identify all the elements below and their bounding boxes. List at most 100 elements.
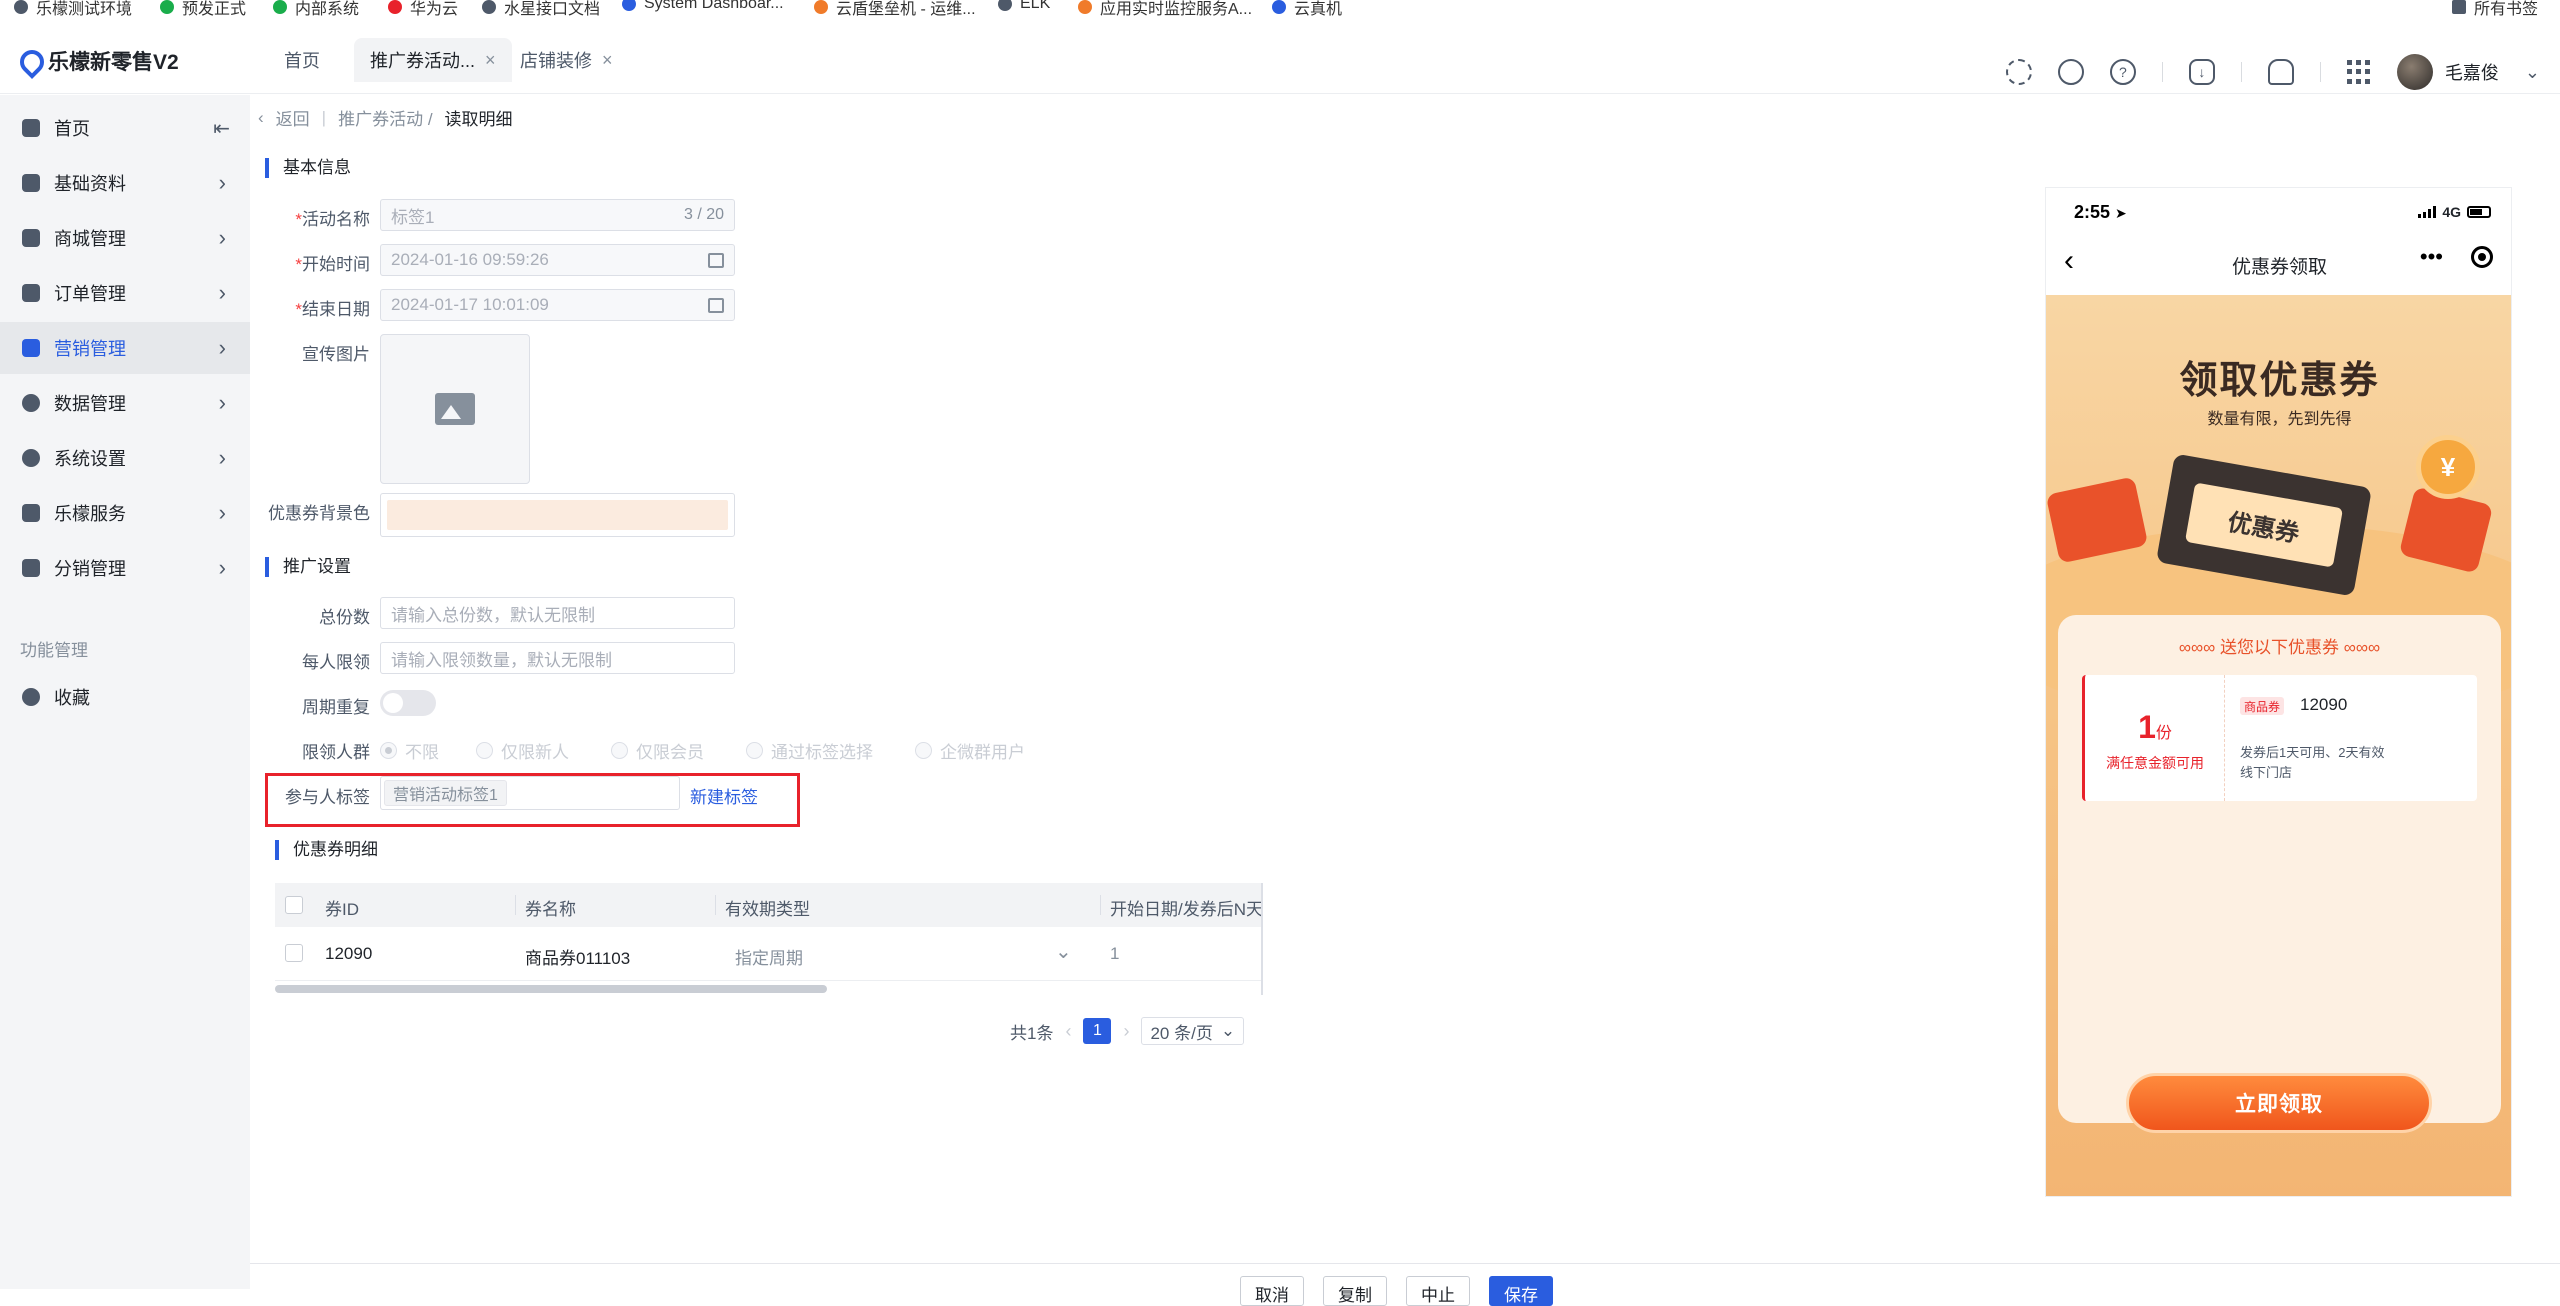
bookmark-item[interactable]: System Dashboar... xyxy=(622,0,784,13)
store-icon xyxy=(22,229,40,247)
validity-type-select[interactable]: 指定周期 xyxy=(735,944,803,969)
radio-circle xyxy=(746,742,763,759)
pin-icon xyxy=(273,0,287,14)
repeat-label: 周期重复 xyxy=(302,698,370,717)
bookmark-item[interactable]: 华为云 xyxy=(388,0,458,16)
per-person-limit-input[interactable]: 请输入限领数量，默认无限制 xyxy=(380,642,735,674)
chevron-down-icon[interactable]: ⌄ xyxy=(1055,939,1072,964)
coupon-bg-color-label: 优惠券背景色 xyxy=(268,504,370,523)
section-promo-settings: 推广设置 xyxy=(265,557,351,577)
activity-name-input[interactable]: 标签1 3 / 20 xyxy=(380,199,735,231)
table-row[interactable]: 12090 商品券011103 指定周期 ⌄ 1 xyxy=(275,927,1263,981)
chevron-down-icon[interactable]: ⌄ xyxy=(2525,62,2540,83)
end-date-picker[interactable]: 2024-01-17 10:01:09 xyxy=(380,289,735,321)
image-icon xyxy=(435,393,475,425)
image-upload[interactable] xyxy=(380,334,530,484)
elk-icon xyxy=(998,0,1012,11)
main-content: ‹ 返回 | 推广券活动 / 读取明细 基本信息 *活动名称 标签1 3 / 20… xyxy=(250,95,2560,1289)
save-button[interactable]: 保存 xyxy=(1489,1276,1553,1306)
divider xyxy=(515,895,516,915)
crowd-option-tag[interactable]: 通过标签选择 xyxy=(746,738,915,763)
coupon-condition: 满任意金额可用 xyxy=(2106,755,2204,771)
next-page-icon[interactable]: › xyxy=(1123,1021,1129,1042)
crowd-option-wecom[interactable]: 企微群用户 xyxy=(915,738,1025,763)
scrollbar-thumb[interactable] xyxy=(275,985,827,993)
all-bookmarks[interactable]: 所有书签 xyxy=(2452,0,2538,16)
breadcrumb-parent[interactable]: 推广券活动 / xyxy=(338,105,432,130)
sidebar-item-orders[interactable]: 订单管理 › xyxy=(0,267,250,319)
cube-icon xyxy=(22,174,40,192)
sidebar-item-marketing[interactable]: 营销管理 › xyxy=(0,322,250,374)
sidebar-item-home[interactable]: 首页 ⇤ xyxy=(0,102,250,154)
row-checkbox[interactable] xyxy=(285,944,303,962)
bookmark-item[interactable]: 内部系统 xyxy=(273,0,359,16)
status-time: 2:55 ➤ xyxy=(2074,202,2127,222)
page-number[interactable]: 1 xyxy=(1083,1018,1112,1044)
bookmark-item[interactable]: 云真机 xyxy=(1272,0,1342,16)
per-person-limit-label: 每人限领 xyxy=(302,653,370,672)
heart-icon xyxy=(22,688,40,706)
bookmark-item[interactable]: ELK xyxy=(998,0,1050,13)
tab-promo-activity[interactable]: 推广券活动... × xyxy=(354,38,512,82)
bookmark-item[interactable]: 云盾堡垒机 - 运维... xyxy=(814,0,976,16)
search-icon[interactable] xyxy=(2057,59,2084,85)
avatar[interactable] xyxy=(2396,54,2433,90)
help-icon[interactable]: ? xyxy=(2109,59,2136,85)
sidebar-item-distribution[interactable]: 分销管理 › xyxy=(0,542,250,594)
bookmark-item[interactable]: 乐檬测试环境 xyxy=(14,0,132,16)
select-all-checkbox[interactable] xyxy=(285,896,303,914)
app-logo[interactable]: 乐檬新零售V2 xyxy=(18,46,179,76)
crowd-option-member[interactable]: 仅限会员 xyxy=(611,738,746,763)
bg-color-picker[interactable] xyxy=(380,493,735,537)
close-icon[interactable]: × xyxy=(485,50,496,71)
start-time-picker[interactable]: 2024-01-16 09:59:26 xyxy=(380,244,735,276)
refresh-icon[interactable] xyxy=(2005,59,2032,85)
new-tag-link[interactable]: 新建标签 xyxy=(690,783,758,808)
close-target-icon[interactable] xyxy=(2471,246,2493,268)
divider xyxy=(2240,62,2242,82)
chevron-right-icon: › xyxy=(218,170,226,195)
collapse-sidebar-icon[interactable]: ⇤ xyxy=(213,116,230,141)
crowd-option-unlimited[interactable]: 不限 xyxy=(380,738,476,763)
chevron-left-icon[interactable]: ‹ xyxy=(258,108,264,128)
participant-tag-select[interactable]: 营销活动标签1 xyxy=(380,776,680,810)
start-time-label: *开始时间 xyxy=(295,255,370,274)
coupon-item[interactable]: 1份 满任意金额可用 商品券 12090 发券后1天可用、2天有效 线下门店 xyxy=(2082,675,2477,801)
close-icon[interactable]: × xyxy=(602,50,613,71)
repeat-toggle[interactable] xyxy=(380,690,436,716)
back-link[interactable]: 返回 xyxy=(276,105,310,130)
cancel-button[interactable]: 取消 xyxy=(1240,1276,1304,1306)
bookmark-item[interactable]: 应用实时监控服务A... xyxy=(1078,0,1252,16)
crowd-option-new[interactable]: 仅限新人 xyxy=(476,738,611,763)
sidebar-item-services[interactable]: 乐檬服务 › xyxy=(0,487,250,539)
tab-home[interactable]: 首页 xyxy=(268,38,336,82)
sidebar-item-favorites[interactable]: 收藏 xyxy=(0,671,250,723)
sidebar: 首页 ⇤ 基础资料 › 商城管理 › 订单管理 › 营销管理 › 数据管理 › 系统设置 › … xyxy=(0,95,250,1289)
stop-button[interactable]: 中止 xyxy=(1406,1276,1470,1306)
bookmark-item[interactable]: 预发正式 xyxy=(160,0,246,16)
section-basic-info: 基本信息 xyxy=(265,158,351,178)
sidebar-item-settings[interactable]: 系统设置 › xyxy=(0,432,250,484)
total-count-input[interactable]: 请输入总份数，默认无限制 xyxy=(380,597,735,629)
horizontal-scrollbar[interactable] xyxy=(275,985,1263,995)
sidebar-item-mall[interactable]: 商城管理 › xyxy=(0,212,250,264)
coupon-id: 12090 xyxy=(2300,695,2348,714)
footer-action-bar: 取消 复制 中止 保存 xyxy=(250,1263,2560,1306)
more-icon[interactable]: ••• xyxy=(2420,244,2443,270)
apps-grid-icon[interactable] xyxy=(2346,60,2371,84)
bookmark-item[interactable]: 水星接口文档 xyxy=(482,0,600,16)
claim-button[interactable]: 立即领取 xyxy=(2126,1073,2432,1133)
page-size-select[interactable]: 20 条/页 ⌄ xyxy=(1141,1017,1245,1045)
download-icon[interactable]: ↓ xyxy=(2188,59,2215,85)
sidebar-item-data[interactable]: 数据管理 › xyxy=(0,377,250,429)
copy-button[interactable]: 复制 xyxy=(1323,1276,1387,1306)
sidebar-item-basic-data[interactable]: 基础资料 › xyxy=(0,157,250,209)
tab-store-decor[interactable]: 店铺装修 × xyxy=(504,38,629,82)
activity-name-label: *活动名称 xyxy=(295,210,370,229)
radio-circle xyxy=(611,742,628,759)
char-count: 3 / 20 xyxy=(683,206,724,223)
bell-icon[interactable] xyxy=(2267,59,2294,85)
globe-icon xyxy=(482,0,496,14)
prev-page-icon[interactable]: ‹ xyxy=(1065,1021,1071,1042)
user-name[interactable]: 毛嘉俊 xyxy=(2445,59,2499,85)
